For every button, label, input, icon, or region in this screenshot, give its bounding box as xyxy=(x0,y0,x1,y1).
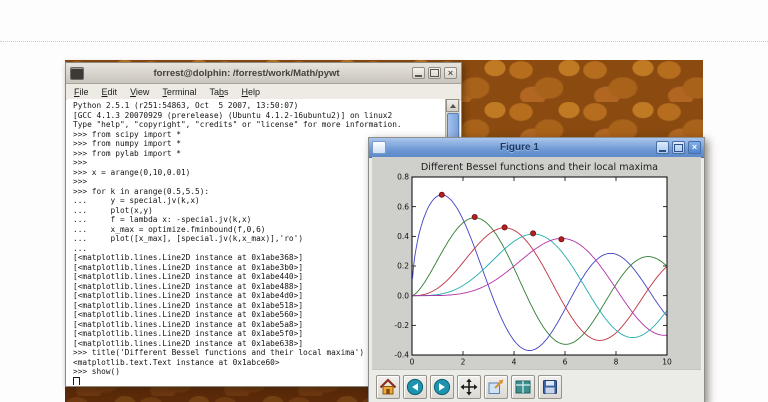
subplots-button[interactable] xyxy=(511,374,535,399)
maximum-marker xyxy=(471,214,478,221)
y-tick-label: 0.0 xyxy=(397,291,409,300)
y-tick-label: -0.2 xyxy=(394,321,409,330)
desktop-divider-line xyxy=(0,41,768,42)
terminal-cursor xyxy=(73,376,80,385)
figure-window-title: Figure 1 xyxy=(500,142,539,153)
maximize-icon xyxy=(430,69,439,77)
y-tick-label: 0.6 xyxy=(397,202,409,211)
menu-item-help[interactable]: Help xyxy=(242,87,261,97)
terminal-line: Type "help", "copyright", "credits" or "… xyxy=(73,120,402,129)
forward-button[interactable] xyxy=(430,374,454,399)
figure-close-button[interactable]: × xyxy=(688,141,701,154)
maximize-icon xyxy=(674,143,683,152)
scroll-up-button[interactable] xyxy=(446,99,459,112)
x-tick-label: 4 xyxy=(512,358,517,367)
x-tick-label: 8 xyxy=(614,358,619,367)
maximum-marker xyxy=(530,230,537,237)
pan-icon xyxy=(460,378,478,395)
terminal-titlebar[interactable]: forrest@dolphin: /forrest/work/Math/pywt… xyxy=(66,63,461,84)
terminal-line: [GCC 4.1.3 20070929 (prerelease) (Ubuntu… xyxy=(73,110,393,120)
figure-titlebar[interactable]: Figure 1 × xyxy=(369,138,704,158)
x-tick-label: 6 xyxy=(563,358,568,367)
x-tick-label: 0 xyxy=(410,358,415,367)
menu-item-view[interactable]: View xyxy=(130,87,149,97)
back-icon xyxy=(406,378,424,395)
y-tick-label: 0.8 xyxy=(397,173,409,182)
zoom-button[interactable] xyxy=(484,374,508,399)
close-icon: × xyxy=(447,67,454,78)
figure-toolbar xyxy=(372,369,701,402)
terminal-minimize-button[interactable] xyxy=(412,67,425,79)
figure-maximize-button[interactable] xyxy=(672,141,685,154)
plot-canvas[interactable]: Different Bessel functions and their loc… xyxy=(372,157,701,369)
terminal-menubar: File Edit View Terminal Tabs Help xyxy=(66,84,461,100)
menu-item-file[interactable]: File xyxy=(74,87,89,97)
minimize-icon xyxy=(415,75,422,77)
save-icon xyxy=(543,379,557,394)
close-icon: × xyxy=(691,142,698,152)
bessel-plot: Different Bessel functions and their loc… xyxy=(394,162,672,367)
figure-window: Figure 1 × Different Bessel functions an… xyxy=(368,137,705,402)
y-tick-label: 0.4 xyxy=(397,232,409,241)
x-tick-label: 2 xyxy=(461,358,466,367)
maximum-marker xyxy=(558,236,565,243)
figure-minimize-button[interactable] xyxy=(656,141,669,154)
pan-button[interactable] xyxy=(457,374,481,399)
terminal-maximize-button[interactable] xyxy=(428,67,441,79)
desktop: forrest@dolphin: /forrest/work/Math/pywt… xyxy=(0,0,768,402)
minimize-icon xyxy=(659,150,666,152)
terminal-close-button[interactable]: × xyxy=(444,67,457,79)
home-button[interactable] xyxy=(376,374,400,399)
terminal-line: Python 2.5.1 (r251:54863, Oct 5 2007, 13… xyxy=(73,101,299,110)
terminal-icon xyxy=(70,66,84,80)
back-button[interactable] xyxy=(403,374,427,399)
maximum-marker xyxy=(438,191,445,198)
subplots-icon xyxy=(515,380,531,393)
x-tick-label: 10 xyxy=(662,358,672,367)
home-icon xyxy=(379,377,397,394)
menu-item-tabs[interactable]: Tabs xyxy=(209,87,228,97)
plot-title: Different Bessel functions and their loc… xyxy=(421,162,658,173)
save-button[interactable] xyxy=(538,374,562,399)
zoom-icon xyxy=(488,379,504,394)
arrow-up-icon xyxy=(449,103,456,108)
y-tick-label: 0.2 xyxy=(397,262,409,271)
figure-window-icon xyxy=(372,141,386,154)
axes-frame xyxy=(411,176,668,356)
maximum-marker xyxy=(501,224,508,231)
forward-icon xyxy=(433,378,451,395)
menu-item-edit[interactable]: Edit xyxy=(102,87,118,97)
y-tick-label: -0.4 xyxy=(394,351,409,360)
menu-item-terminal[interactable]: Terminal xyxy=(162,87,196,97)
terminal-window-title: forrest@dolphin: /forrest/work/Math/pywt xyxy=(153,67,340,79)
